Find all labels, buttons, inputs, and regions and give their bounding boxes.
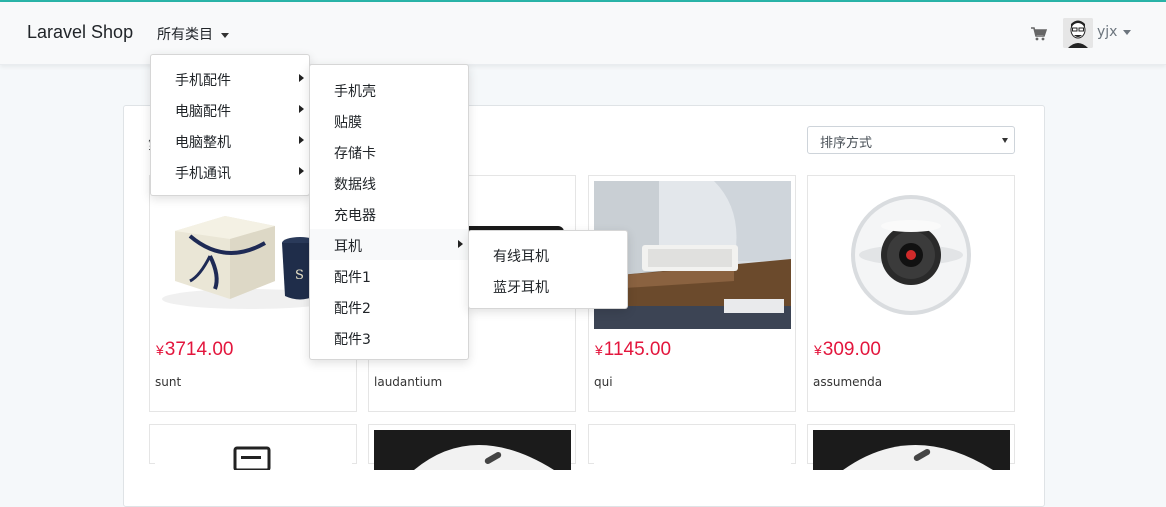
sort-select[interactable]: 排序方式: [807, 126, 1015, 154]
user-name: yjx: [1097, 24, 1118, 40]
menu-item-accessory-2[interactable]: 配件2: [310, 291, 468, 322]
menu-item-computer-accessories[interactable]: 电脑配件: [151, 94, 309, 125]
product-price: ¥309.00: [814, 339, 881, 361]
menu-item-label: 电脑整机: [175, 135, 231, 151]
caret-right-icon: [299, 136, 304, 144]
menu-item-screen-film[interactable]: 贴膜: [310, 105, 468, 136]
product-price: ¥1145.00: [595, 339, 671, 361]
product-card[interactable]: [149, 424, 357, 470]
menu-item-label: 耳机: [334, 239, 362, 255]
menu-item-phone-accessories[interactable]: 手机配件: [151, 63, 309, 94]
product-image[interactable]: [813, 181, 1010, 329]
product-price-value: 309.00: [822, 339, 881, 360]
menu-item-phone-communication[interactable]: 手机通讯: [151, 156, 309, 187]
brand-link[interactable]: Laravel Shop: [27, 22, 133, 43]
currency-symbol: ¥: [595, 342, 603, 358]
menu-item-label: 充电器: [334, 208, 376, 224]
menu-item-earphones[interactable]: 耳机: [310, 229, 468, 260]
shopping-cart-icon[interactable]: [1031, 27, 1047, 41]
product-title[interactable]: laudantium: [374, 375, 442, 389]
currency-symbol: ¥: [814, 342, 822, 358]
caret-right-icon: [299, 105, 304, 113]
product-price: ¥3714.00: [156, 339, 233, 361]
menu-item-accessory-1[interactable]: 配件1: [310, 260, 468, 291]
product-title[interactable]: sunt: [155, 375, 181, 389]
categories-dropdown-menu: 手机配件 电脑配件 电脑整机 手机通讯: [150, 54, 310, 196]
earphones-submenu: 有线耳机 蓝牙耳机: [468, 230, 628, 309]
phone-accessories-submenu: 手机壳 贴膜 存储卡 数据线 充电器 耳机 配件1 配件2 配件3: [309, 64, 469, 360]
menu-item-label: 存储卡: [334, 146, 376, 162]
menu-item-label: 手机壳: [334, 84, 376, 100]
menu-item-bluetooth-earphones[interactable]: 蓝牙耳机: [469, 270, 627, 301]
product-price-value: 1145.00: [603, 339, 672, 360]
menu-item-phone-case[interactable]: 手机壳: [310, 74, 468, 105]
menu-item-memory-card[interactable]: 存储卡: [310, 136, 468, 167]
menu-item-label: 有线耳机: [493, 249, 549, 265]
menu-item-label: 手机配件: [175, 73, 231, 89]
menu-item-label: 配件1: [334, 270, 371, 286]
menu-item-label: 配件2: [334, 301, 371, 317]
product-card[interactable]: [807, 424, 1015, 470]
product-card[interactable]: ¥309.00 assumenda: [807, 175, 1015, 412]
caret-right-icon: [458, 240, 463, 248]
product-card[interactable]: [588, 424, 796, 470]
menu-item-computers[interactable]: 电脑整机: [151, 125, 309, 156]
product-image[interactable]: [374, 430, 571, 470]
menu-item-data-cable[interactable]: 数据线: [310, 167, 468, 198]
menu-item-accessory-3[interactable]: 配件3: [310, 322, 468, 353]
categories-toggle-label: 所有类目: [157, 27, 213, 43]
caret-right-icon: [299, 74, 304, 82]
product-image[interactable]: [155, 430, 352, 470]
svg-text:S: S: [295, 268, 304, 283]
caret-down-icon: [221, 32, 229, 38]
menu-item-label: 数据线: [334, 177, 376, 193]
user-menu-toggle[interactable]: yjx: [1097, 24, 1132, 40]
product-image[interactable]: [594, 430, 791, 470]
product-title[interactable]: qui: [594, 375, 613, 389]
menu-item-wired-earphones[interactable]: 有线耳机: [469, 239, 627, 270]
caret-down-icon: [1123, 29, 1132, 35]
product-price-value: 3714.00: [164, 339, 234, 360]
menu-item-label: 蓝牙耳机: [493, 280, 549, 296]
caret-right-icon: [299, 167, 304, 175]
product-title[interactable]: assumenda: [813, 375, 882, 389]
select-arrow-icon: [1002, 138, 1008, 143]
sort-select-value: 排序方式: [820, 136, 873, 151]
product-image[interactable]: [813, 430, 1010, 470]
menu-item-label: 电脑配件: [175, 104, 231, 120]
product-card[interactable]: [368, 424, 576, 470]
user-avatar[interactable]: [1063, 18, 1093, 48]
categories-dropdown-toggle[interactable]: 所有类目: [157, 24, 229, 44]
menu-item-label: 配件3: [334, 332, 371, 348]
menu-item-label: 手机通讯: [175, 166, 231, 182]
currency-symbol: ¥: [156, 342, 164, 358]
menu-item-label: 贴膜: [334, 115, 362, 131]
menu-item-charger[interactable]: 充电器: [310, 198, 468, 229]
